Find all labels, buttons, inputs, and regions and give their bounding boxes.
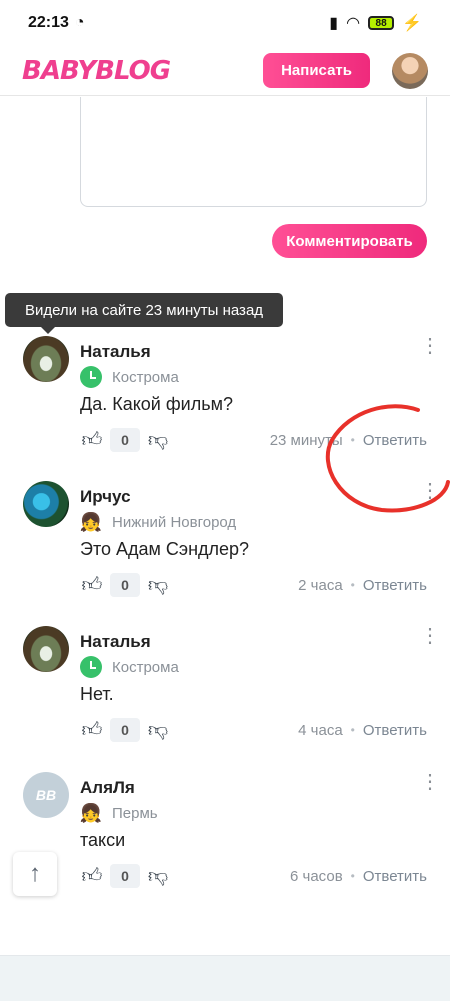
thumbs-down-icon[interactable]: 👎︎ xyxy=(146,718,170,742)
thumbs-up-icon[interactable]: 👍︎ xyxy=(80,428,104,452)
reply-link[interactable]: Ответить xyxy=(363,868,427,885)
clock-icon xyxy=(80,366,102,388)
battery-level: 88 xyxy=(375,17,387,29)
more-options-icon[interactable]: ⋮ xyxy=(420,626,440,646)
site-header: BABYBLOG Написать xyxy=(0,46,450,96)
avatar[interactable] xyxy=(23,481,69,527)
more-options-icon[interactable]: ⋮ xyxy=(420,336,440,356)
author-name[interactable]: АляЛя xyxy=(80,778,135,798)
last-seen-tooltip: Видели на сайте 23 минуты назад xyxy=(5,293,283,334)
author-name[interactable]: Ирчус xyxy=(80,487,131,507)
avatar[interactable]: BB xyxy=(23,772,69,818)
thumbs-up-icon[interactable]: 👍︎ xyxy=(80,573,104,597)
separator-dot: • xyxy=(350,578,355,592)
more-options-icon[interactable]: ⋮ xyxy=(420,772,440,792)
more-options-icon[interactable]: ⋮ xyxy=(420,481,440,501)
like-count: 0 xyxy=(110,864,140,888)
site-logo[interactable]: BABYBLOG xyxy=(22,56,171,86)
charging-icon: ⚡ xyxy=(402,15,422,32)
signal-icon: ▮ xyxy=(329,15,339,32)
comment-text: такси xyxy=(80,830,126,850)
author-name[interactable]: Наталья xyxy=(80,342,151,362)
sync-icon: ◔ xyxy=(74,14,85,31)
comment-time: 6 часов xyxy=(290,867,343,885)
thumbs-up-icon[interactable]: 👍︎ xyxy=(80,864,104,888)
scroll-to-top-button[interactable]: ↑ xyxy=(13,852,57,896)
author-city: Пермь xyxy=(112,804,158,822)
comment: BB АляЛя ⋮ 👧 Пермь такси 👍︎ 0 👎︎ 6 часов… xyxy=(0,772,450,912)
battery-icon: 88 xyxy=(368,16,395,30)
comment-textarea[interactable] xyxy=(80,97,427,207)
author-city: Нижний Новгород xyxy=(112,513,237,531)
page-footer-band xyxy=(0,955,450,1001)
comment: Ирчус ⋮ 👧 Нижний Новгород Это Адам Сэндл… xyxy=(0,481,450,621)
reply-link[interactable]: Ответить xyxy=(363,722,427,739)
reply-link[interactable]: Ответить xyxy=(363,577,427,594)
thumbs-down-icon[interactable]: 👎︎ xyxy=(146,864,170,888)
girl-icon: 👧 xyxy=(79,802,103,823)
reply-link[interactable]: Ответить xyxy=(363,432,427,449)
avatar[interactable] xyxy=(23,336,69,382)
thumbs-down-icon[interactable]: 👎︎ xyxy=(146,573,170,597)
submit-comment-button[interactable]: Комментировать xyxy=(272,224,427,258)
write-button[interactable]: Написать xyxy=(263,53,370,88)
separator-dot: • xyxy=(350,869,355,883)
thumbs-up-icon[interactable]: 👍︎ xyxy=(80,718,104,742)
comment-time: 4 часа xyxy=(298,721,343,739)
avatar[interactable] xyxy=(23,626,69,672)
like-count: 0 xyxy=(110,428,140,452)
comment-text: Это Адам Сэндлер? xyxy=(80,539,250,559)
comment-text: Да. Какой фильм? xyxy=(80,394,233,414)
girl-icon: 👧 xyxy=(79,511,103,532)
author-name[interactable]: Наталья xyxy=(80,632,151,652)
comment-time: 2 часа xyxy=(298,576,343,594)
author-city: Кострома xyxy=(112,658,179,676)
like-count: 0 xyxy=(110,573,140,597)
thumbs-down-icon[interactable]: 👎︎ xyxy=(146,428,170,452)
comment: Наталья ⋮ Кострома Нет. 👍︎ 0 👎︎ 4 часа •… xyxy=(0,626,450,766)
clock-icon xyxy=(80,656,102,678)
author-city: Кострома xyxy=(112,368,179,386)
status-bar: 22:13 ◔ ▮ ◠ 88 ⚡ xyxy=(0,0,450,46)
like-count: 0 xyxy=(110,718,140,742)
separator-dot: • xyxy=(350,723,355,737)
comment-time: 23 минуты xyxy=(269,431,343,449)
user-avatar[interactable] xyxy=(392,52,428,89)
avatar-initials: BB xyxy=(35,787,57,803)
status-time: 22:13 xyxy=(28,14,69,31)
card-bottom xyxy=(0,940,450,955)
comment-text: Нет. xyxy=(80,684,114,704)
separator-dot: • xyxy=(350,433,355,447)
wifi-icon: ◠ xyxy=(346,15,361,32)
arrow-up-icon: ↑ xyxy=(29,860,41,887)
comment: Наталья ⋮ Кострома Да. Какой фильм? 👍︎ 0… xyxy=(0,336,450,476)
